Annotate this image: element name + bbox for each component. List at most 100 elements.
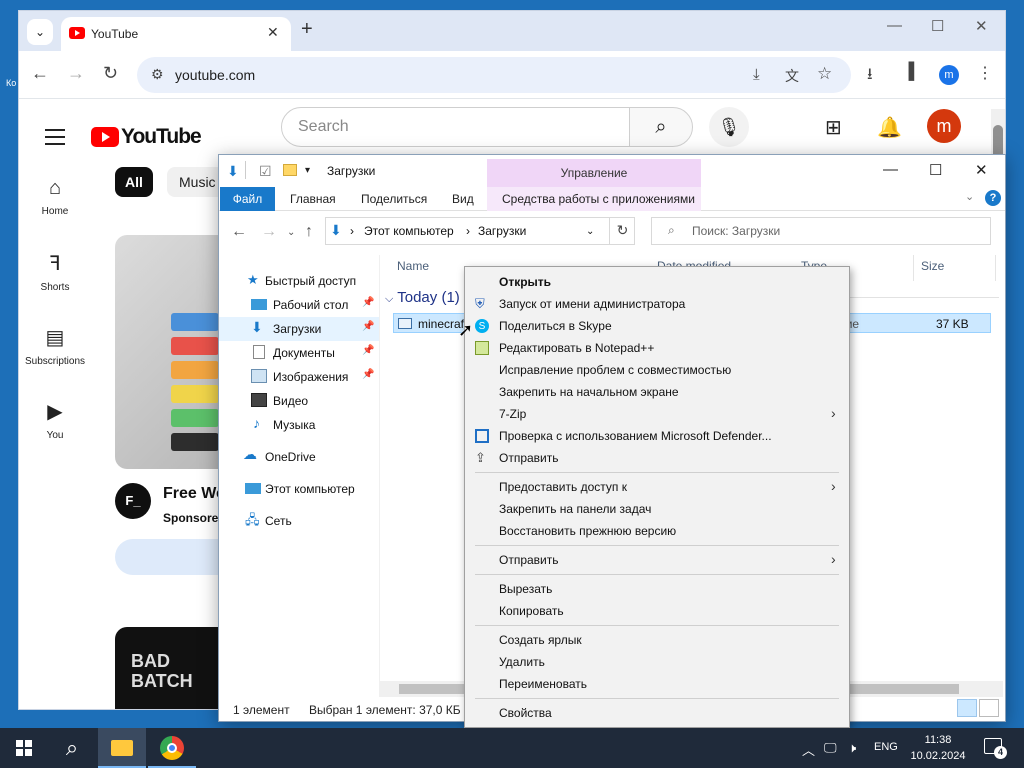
ribbon-expand-icon[interactable]: ⌄ [965,190,974,203]
qat-dropdown-icon[interactable]: ▾ [305,165,310,176]
ad-cta-button[interactable] [115,539,219,575]
tab-search-button[interactable]: ⌄ [27,19,53,45]
menu-item-compat[interactable]: Исправление проблем с совместимостью [465,359,849,381]
nav-video[interactable]: Видео [219,389,379,413]
menu-item-rename[interactable]: Переименовать [465,673,849,695]
close-icon[interactable]: ✕ [975,17,988,35]
tab-share[interactable]: Поделиться [361,192,427,206]
refresh-icon[interactable]: ↻ [609,217,635,245]
notifications-bell-icon[interactable]: 🔔 [877,115,902,140]
menu-item-create-shortcut[interactable]: Создать ярлык [465,629,849,651]
translate-icon[interactable]: 文 [785,66,799,86]
tab-file[interactable]: Файл [220,187,275,211]
minimize-icon[interactable]: — [883,161,898,178]
menu-dots-icon[interactable]: ⋮ [977,63,993,83]
menu-item-send[interactable]: ⇪ Отправить [465,447,849,469]
volume-icon[interactable]: 🕨 [848,740,856,756]
menu-item-open[interactable]: Открыть [465,271,849,293]
sidebar-item-home[interactable]: ⌂ Home [19,177,91,217]
menu-item-send-to[interactable]: Отправить › [465,549,849,571]
nav-documents[interactable]: Документы 📌 [219,341,379,365]
menu-item-give-access[interactable]: Предоставить доступ к › [465,476,849,498]
context-tab-manage[interactable]: Управление [487,159,701,187]
up-icon[interactable]: ↑ [305,223,313,241]
tray-chevron-icon[interactable]: ︿ [802,740,815,759]
recent-dropdown-icon[interactable]: ⌄ [287,227,295,238]
voice-search-icon[interactable]: 🎙 [709,107,749,147]
back-icon[interactable]: ← [31,63,49,84]
new-folder-icon[interactable] [283,164,297,176]
tab-youtube[interactable]: YouTube ✕ [61,17,291,51]
sidebar-item-you[interactable]: ▶ You [19,399,91,441]
maximize-icon[interactable]: ☐ [931,17,944,35]
video-thumbnail[interactable]: BAD BATCH [115,627,219,709]
menu-item-run-as-admin[interactable]: ⛨ Запуск от имени администратора [465,293,849,315]
menu-item-properties[interactable]: Свойства [465,702,849,724]
forward-icon[interactable]: → [261,223,277,241]
search-icon[interactable]: ⌕ [48,728,96,768]
yt-avatar[interactable]: m [927,109,961,143]
tab-view[interactable]: Вид [452,192,474,206]
yt-search-button[interactable]: ⌕ [629,107,693,147]
tab-app-tools[interactable]: Средства работы с приложениями [502,192,695,206]
back-icon[interactable]: ← [231,223,247,241]
language-indicator[interactable]: ENG [874,741,898,753]
close-icon[interactable]: ✕ [975,161,988,179]
sidebar-item-shorts[interactable]: ꟻ Shorts [19,251,91,293]
nav-onedrive[interactable]: ☁ OneDrive [219,445,379,469]
bookmark-star-icon[interactable]: ☆ [817,64,832,84]
menu-item-cut[interactable]: Вырезать [465,578,849,600]
column-size[interactable]: Size [921,259,944,273]
group-header[interactable]: ⌵ Today (1) [385,289,460,306]
install-app-icon[interactable]: ⤓ [753,66,760,83]
details-view-icon[interactable] [957,699,977,717]
clock[interactable]: 11:38 10.02.2024 [910,732,966,764]
column-name[interactable]: Name [397,259,429,273]
channel-avatar[interactable]: F_ [115,483,151,519]
sidebar-item-subscriptions[interactable]: ▤ Subscriptions [19,325,91,367]
url-text[interactable]: youtube.com [175,67,255,83]
taskbar-chrome[interactable] [148,728,196,768]
breadcrumb-downloads[interactable]: Загрузки [478,224,526,238]
nav-this-pc[interactable]: Этот компьютер [219,477,379,501]
address-bar[interactable]: ⚙ youtube.com ⤓ 文 ☆ [137,57,851,93]
breadcrumb-this-pc[interactable]: Этот компьютер [364,224,454,238]
reload-icon[interactable]: ↻ [103,63,118,84]
chip-all[interactable]: All [115,167,153,197]
downloads-icon[interactable]: ⭳ [867,63,873,90]
menu-item-share-skype[interactable]: S Поделиться в Skype [465,315,849,337]
nav-quick-access[interactable]: ★ Быстрый доступ [219,269,379,293]
video-thumbnail[interactable] [115,235,219,469]
new-tab-button[interactable]: + [301,18,313,41]
video-title[interactable]: Free We [163,485,225,503]
menu-item-delete[interactable]: Удалить [465,651,849,673]
minimize-icon[interactable]: — [887,17,902,34]
menu-item-7zip[interactable]: 7-Zip › [465,403,849,425]
address-dropdown-icon[interactable]: ⌄ [586,226,594,237]
menu-item-copy[interactable]: Копировать [465,600,849,622]
menu-item-pin-start[interactable]: Закрепить на начальном экране [465,381,849,403]
help-icon[interactable]: ? [985,190,1001,206]
taskbar-explorer[interactable] [98,728,146,768]
menu-item-restore-version[interactable]: Восстановить прежнюю версию [465,520,849,542]
menu-item-defender[interactable]: Проверка с использованием Microsoft Defe… [465,425,849,447]
side-panel-icon[interactable]: ▐ [903,63,914,81]
yt-search-input[interactable]: Search [281,107,631,147]
menu-hamburger-icon[interactable] [45,129,65,150]
network-icon[interactable]: 🖵 [824,740,837,756]
nav-desktop[interactable]: Рабочий стол 📌 [219,293,379,317]
properties-check-icon[interactable]: ☑ [259,163,272,180]
nav-pictures[interactable]: Изображения 📌 [219,365,379,389]
nav-music[interactable]: ♪ Музыка [219,413,379,437]
start-button[interactable] [0,728,48,768]
tiles-view-icon[interactable] [979,699,999,717]
menu-item-notepadpp[interactable]: Редактировать в Notepad++ [465,337,849,359]
site-info-icon[interactable]: ⚙ [151,66,164,83]
youtube-logo-icon[interactable] [91,127,119,147]
create-video-icon[interactable]: ⊞ [825,115,842,140]
forward-icon[interactable]: → [67,63,85,84]
nav-network[interactable]: 🖧 Сеть [219,509,379,533]
maximize-icon[interactable]: ☐ [929,161,942,179]
profile-avatar[interactable]: m [939,65,959,85]
address-bar[interactable]: ⬇ › Этот компьютер › Загрузки ⌄ [325,217,635,245]
